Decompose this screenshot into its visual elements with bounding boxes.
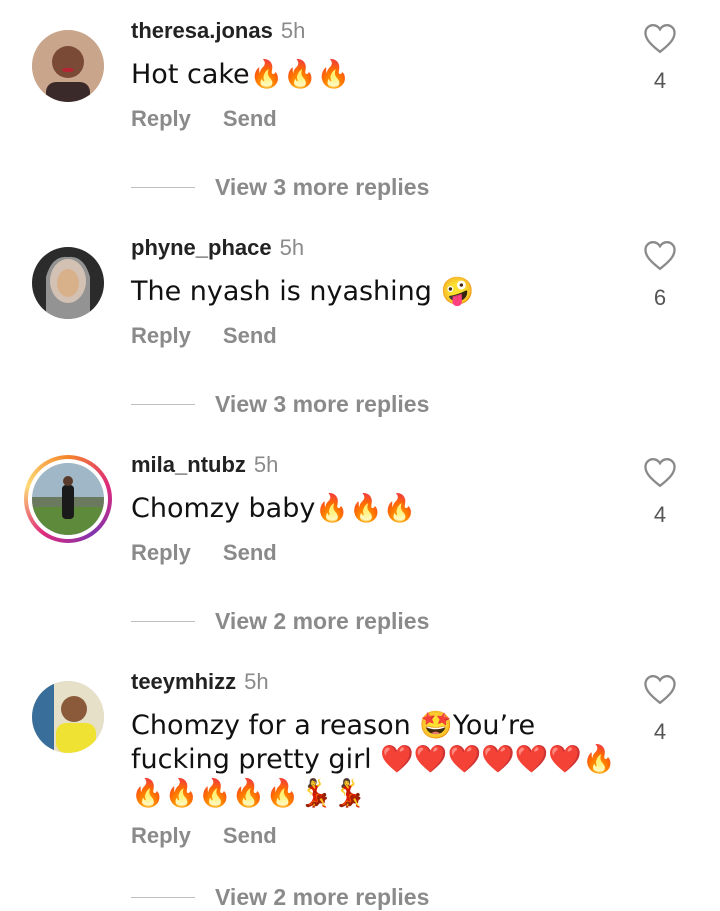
heart-outline-icon[interactable]	[642, 22, 678, 54]
divider-line	[131, 404, 195, 405]
reply-button[interactable]: Reply	[131, 540, 191, 565]
comment-header: phyne_phace 5h	[131, 235, 304, 261]
heart-outline-icon[interactable]	[642, 456, 678, 488]
comment-text: Chomzy for a reason 🤩You’re fucking pret…	[131, 710, 616, 809]
avatar[interactable]	[32, 30, 104, 102]
timestamp: 5h	[279, 235, 305, 260]
timestamp: 5h	[244, 669, 269, 694]
send-button[interactable]: Send	[223, 323, 277, 348]
send-button[interactable]: Send	[223, 823, 277, 848]
comment-header: mila_ntubz 5h	[131, 452, 278, 478]
username[interactable]: teeymhizz	[131, 669, 236, 694]
story-ring[interactable]	[24, 455, 112, 543]
heart-outline-icon[interactable]	[642, 239, 678, 271]
timestamp: 5h	[280, 18, 306, 43]
divider-line	[131, 897, 195, 898]
username[interactable]: mila_ntubz	[131, 452, 246, 477]
comment-text: Hot cake🔥🔥🔥	[131, 59, 351, 90]
heart-outline-icon[interactable]	[642, 673, 678, 705]
comment-header: theresa.jonas 5h	[131, 18, 305, 44]
reply-button[interactable]: Reply	[131, 106, 191, 131]
reply-button[interactable]: Reply	[131, 823, 191, 848]
avatar[interactable]	[32, 463, 104, 535]
avatar[interactable]	[32, 247, 104, 319]
view-more-label[interactable]: View 3 more replies	[215, 391, 429, 418]
view-more-label[interactable]: View 3 more replies	[215, 174, 429, 201]
like-count: 6	[653, 285, 667, 310]
view-more-replies[interactable]: View 3 more replies	[131, 391, 429, 418]
like-count: 4	[653, 68, 667, 93]
view-more-label[interactable]: View 2 more replies	[215, 608, 429, 635]
view-more-replies[interactable]: View 2 more replies	[131, 608, 429, 635]
send-button[interactable]: Send	[223, 106, 277, 131]
username[interactable]: theresa.jonas	[131, 18, 273, 43]
reply-button[interactable]: Reply	[131, 323, 191, 348]
divider-line	[131, 187, 195, 188]
like-count: 4	[653, 502, 667, 527]
comment-text: The nyash is nyashing 🤪	[131, 276, 475, 307]
comment-text: Chomzy baby🔥🔥🔥	[131, 493, 417, 524]
comment-actions: Reply Send	[131, 540, 277, 566]
avatar[interactable]	[32, 681, 104, 753]
view-more-label[interactable]: View 2 more replies	[215, 884, 429, 911]
view-more-replies[interactable]: View 2 more replies	[131, 884, 429, 911]
send-button[interactable]: Send	[223, 540, 277, 565]
timestamp: 5h	[253, 452, 279, 477]
comment-actions: Reply Send	[131, 106, 277, 132]
comment-actions: Reply Send	[131, 823, 277, 849]
divider-line	[131, 621, 195, 622]
like-count: 4	[653, 719, 667, 744]
username[interactable]: phyne_phace	[131, 235, 272, 260]
comment-actions: Reply Send	[131, 323, 277, 349]
view-more-replies[interactable]: View 3 more replies	[131, 174, 429, 201]
comment-header: teeymhizz 5h	[131, 669, 269, 695]
